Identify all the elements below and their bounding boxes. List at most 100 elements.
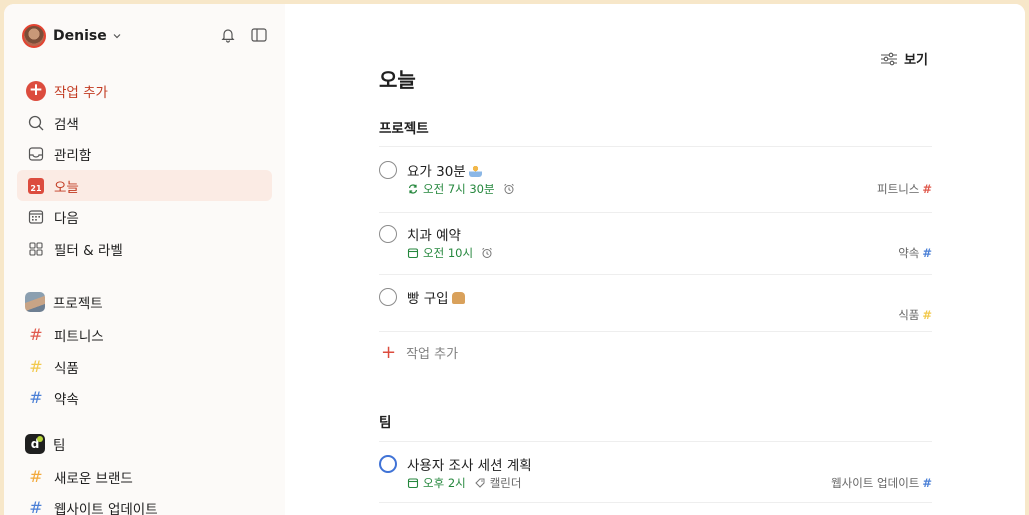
hash-icon: #: [922, 308, 932, 322]
sidebar-section-team[interactable]: d 팀: [25, 432, 65, 456]
hash-icon: #: [29, 388, 43, 407]
divider: [379, 441, 932, 442]
search-icon: [28, 115, 44, 130]
team-avatar-icon: d: [25, 434, 45, 454]
divider: [379, 212, 932, 213]
sidebar-item-label: 관리함: [54, 147, 92, 164]
app-window: Denise + 작업 추가 검색 관리함 21 오늘 다음 필터 & 라벨 프…: [4, 4, 1025, 515]
sidebar-item-project-appointments[interactable]: # 약속: [17, 382, 272, 413]
plus-icon: +: [381, 341, 397, 363]
task-due-time: 오전 10시: [423, 246, 474, 260]
divider: [379, 274, 932, 275]
sidebar-item-label: 검색: [54, 116, 79, 133]
sidebar-item-upcoming[interactable]: 다음: [17, 201, 272, 232]
sidebar-item-label: 다음: [54, 210, 79, 227]
sidebar-item-project-food[interactable]: # 식품: [17, 351, 272, 382]
task-due[interactable]: 오후 2시 캘린더: [407, 475, 521, 491]
today-calendar-icon: 21: [28, 177, 44, 194]
task-checkbox[interactable]: [379, 455, 397, 473]
task-item[interactable]: 요가 30분 오전 7시 30분 피트니스 #: [379, 160, 932, 200]
sidebar-toggle-icon[interactable]: [250, 26, 268, 44]
upcoming-calendar-icon: [28, 209, 44, 224]
avatar: [22, 24, 46, 48]
chevron-down-icon: [113, 34, 121, 39]
main-content: 보기 오늘 프로젝트 요가 30분 오전 7시 30분 피트니스 # 치과 예약 …: [285, 4, 1025, 515]
task-project-link[interactable]: 약속 #: [898, 245, 932, 261]
filters-grid-icon: [29, 241, 43, 256]
divider: [379, 502, 932, 503]
sidebar-item-search[interactable]: 검색: [17, 107, 272, 138]
sidebar-item-label: 식품: [54, 360, 79, 377]
task-item[interactable]: 빵 구입 식품 #: [379, 287, 932, 327]
sidebar-item-project-new-brand[interactable]: # 새로운 브랜드: [17, 461, 272, 492]
hash-icon: #: [29, 325, 43, 344]
task-item[interactable]: 사용자 조사 세션 계획 오후 2시 캘린더 웹사이트 업데이트 #: [379, 454, 932, 494]
sidebar-item-label: 오늘: [54, 179, 79, 196]
hash-icon: #: [922, 476, 932, 490]
hash-icon: #: [922, 182, 932, 196]
task-project-link[interactable]: 피트니스 #: [877, 181, 932, 197]
add-circle-icon: +: [26, 80, 46, 101]
sidebar-item-label: 새로운 브랜드: [54, 470, 133, 487]
task-project-link[interactable]: 식품 #: [898, 307, 932, 323]
sidebar-section-projects[interactable]: 프로젝트: [25, 290, 103, 314]
task-item[interactable]: 치과 예약 오전 10시 약속 #: [379, 224, 932, 264]
task-title: 빵 구입: [407, 287, 465, 307]
section-label: 팀: [53, 438, 66, 454]
sidebar-item-inbox[interactable]: 관리함: [17, 138, 272, 169]
sidebar-item-add-task[interactable]: + 작업 추가: [17, 75, 272, 106]
add-task-button[interactable]: + 작업 추가: [381, 343, 458, 362]
task-title: 요가 30분: [407, 160, 482, 180]
recurring-icon: [408, 184, 418, 194]
sliders-icon: [881, 52, 898, 65]
task-title: 치과 예약: [407, 228, 461, 244]
task-due-time: 오전 7시 30분: [423, 182, 495, 196]
task-project-label: 식품: [898, 308, 920, 322]
task-checkbox[interactable]: [379, 288, 397, 306]
sidebar-item-filters[interactable]: 필터 & 라벨: [17, 233, 272, 264]
divider: [379, 146, 932, 147]
inbox-icon: [28, 146, 44, 161]
task-checkbox[interactable]: [379, 225, 397, 243]
hash-icon: #: [29, 357, 43, 376]
task-due[interactable]: 오전 7시 30분: [407, 181, 516, 197]
task-project-link[interactable]: 웹사이트 업데이트 #: [831, 475, 932, 491]
add-task-label: 작업 추가: [406, 347, 459, 362]
sidebar-item-today[interactable]: 21 오늘: [17, 170, 272, 201]
hash-icon: #: [29, 467, 43, 486]
calendar-icon: [407, 248, 419, 259]
group-title-team: 팀: [379, 415, 392, 431]
view-options-button[interactable]: 보기: [880, 49, 928, 68]
sidebar-item-project-fitness[interactable]: # 피트니스: [17, 319, 272, 350]
sidebar: Denise + 작업 추가 검색 관리함 21 오늘 다음 필터 & 라벨 프…: [4, 4, 285, 515]
sidebar-item-label: 필터 & 라벨: [54, 242, 123, 259]
hash-icon: #: [29, 498, 43, 515]
view-label: 보기: [904, 53, 928, 68]
sidebar-item-label: 피트니스: [54, 328, 104, 345]
group-title-projects: 프로젝트: [379, 121, 429, 137]
task-due[interactable]: 오전 10시: [407, 245, 494, 261]
divider: [379, 331, 932, 332]
sidebar-item-label: 약속: [54, 391, 79, 408]
alarm-icon: [482, 247, 492, 258]
yoga-emoji-icon: [468, 165, 482, 177]
sidebar-item-project-website-update[interactable]: # 웹사이트 업데이트: [17, 492, 272, 515]
tag-icon: [475, 478, 485, 488]
alarm-icon: [503, 183, 514, 194]
hash-icon: #: [922, 246, 932, 260]
task-label: 캘린더: [489, 476, 522, 490]
projects-avatar-icon: [25, 292, 45, 312]
task-title: 사용자 조사 세션 계획: [407, 458, 532, 474]
task-project-label: 약속: [898, 246, 920, 260]
bell-icon[interactable]: [219, 26, 237, 44]
task-project-label: 웹사이트 업데이트: [831, 476, 920, 490]
sidebar-item-label: 작업 추가: [54, 84, 108, 101]
user-menu-button[interactable]: Denise: [22, 23, 122, 49]
task-checkbox[interactable]: [379, 161, 397, 179]
page-title: 오늘: [379, 68, 416, 92]
calendar-icon: [407, 478, 419, 489]
task-project-label: 피트니스: [877, 182, 920, 196]
section-label: 프로젝트: [53, 296, 103, 312]
bread-emoji-icon: [451, 292, 465, 304]
user-name: Denise: [53, 28, 107, 44]
